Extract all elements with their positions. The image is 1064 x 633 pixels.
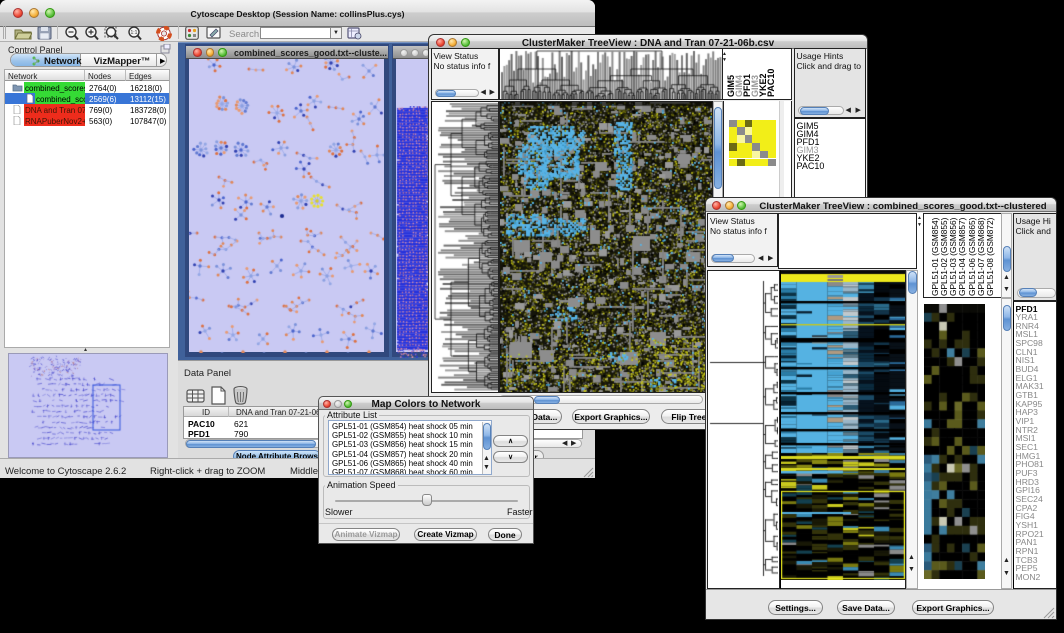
svg-text:1:1: 1:1 (131, 30, 138, 36)
